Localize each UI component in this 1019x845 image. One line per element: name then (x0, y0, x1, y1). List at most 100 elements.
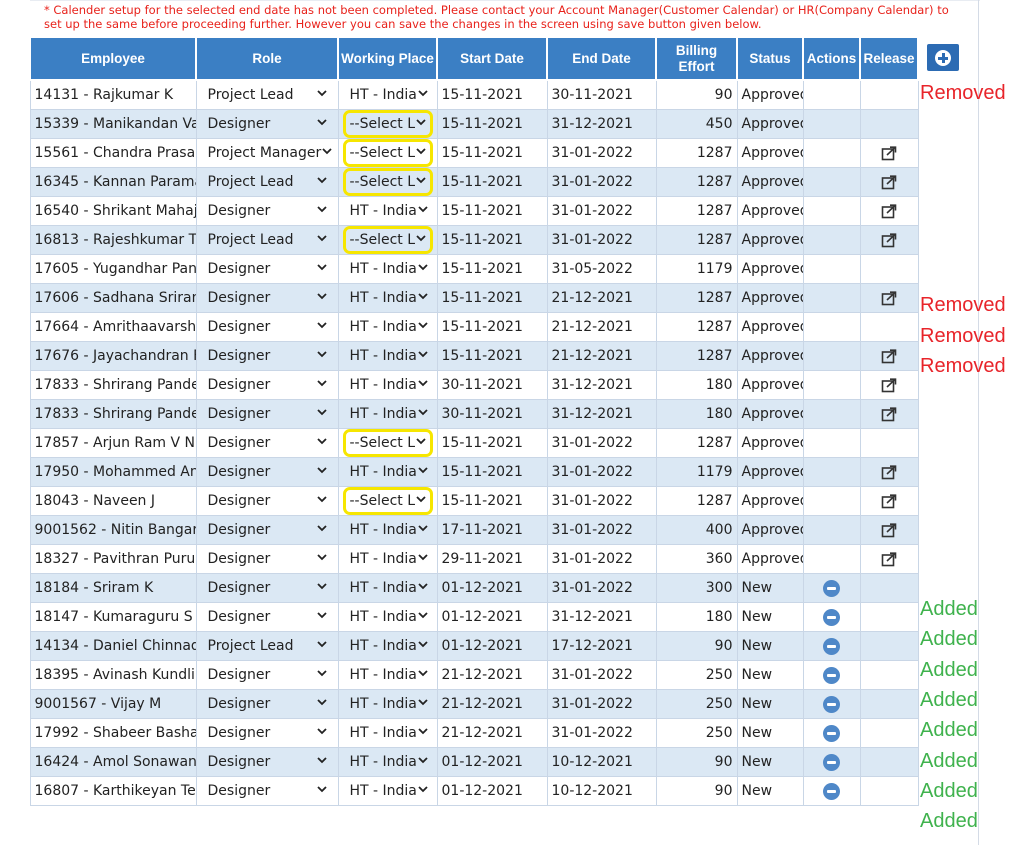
start-date-cell[interactable]: 15-11-2021 (436, 283, 548, 313)
billing-effort-cell[interactable]: 1287 (655, 196, 738, 226)
role-select[interactable]: Designer (195, 312, 339, 342)
end-date-cell[interactable]: 31-12-2021 (546, 370, 657, 400)
role-select[interactable]: Designer (195, 370, 339, 400)
billing-effort-cell[interactable]: 90 (655, 631, 738, 661)
start-date-cell[interactable]: 01-12-2021 (436, 776, 548, 806)
working-place-select[interactable]: HT - India (337, 370, 438, 400)
working-place-select[interactable]: HT - India (337, 457, 438, 487)
start-date-cell[interactable]: 15-11-2021 (436, 109, 548, 139)
remove-icon[interactable] (823, 666, 840, 684)
start-date-cell[interactable]: 15-11-2021 (436, 167, 548, 197)
remove-icon[interactable] (823, 579, 840, 597)
release-icon[interactable] (881, 493, 897, 509)
working-place-select[interactable]: --Select L (337, 428, 438, 458)
release-icon[interactable] (881, 522, 897, 538)
end-date-cell[interactable]: 30-11-2021 (546, 79, 657, 110)
role-select[interactable]: Designer (195, 689, 339, 719)
working-place-select[interactable]: HT - India (337, 631, 438, 661)
role-select[interactable]: Designer (195, 602, 339, 632)
end-date-cell[interactable]: 21-12-2021 (546, 312, 657, 342)
role-select[interactable]: Designer (195, 109, 339, 139)
role-select[interactable]: Designer (195, 573, 339, 603)
header-working-place[interactable]: Working Place (337, 36, 438, 81)
header-role[interactable]: Role (195, 36, 339, 81)
role-select[interactable]: Designer (195, 747, 339, 777)
role-select[interactable]: Designer (195, 544, 339, 574)
remove-icon[interactable] (823, 637, 840, 655)
add-row-button[interactable] (927, 44, 959, 71)
role-select[interactable]: Designer (195, 341, 339, 371)
billing-effort-cell[interactable]: 90 (655, 79, 738, 110)
start-date-cell[interactable]: 15-11-2021 (436, 341, 548, 371)
working-place-select[interactable]: --Select L (337, 138, 438, 168)
working-place-select[interactable]: HT - India (337, 283, 438, 313)
billing-effort-cell[interactable]: 360 (655, 544, 738, 574)
working-place-select[interactable]: HT - India (337, 515, 438, 545)
start-date-cell[interactable]: 29-11-2021 (436, 544, 548, 574)
start-date-cell[interactable]: 15-11-2021 (436, 225, 548, 255)
start-date-cell[interactable]: 01-12-2021 (436, 573, 548, 603)
role-select[interactable]: Project Manager (195, 138, 339, 168)
end-date-cell[interactable]: 31-01-2022 (546, 225, 657, 255)
role-select[interactable]: Designer (195, 399, 339, 429)
remove-icon[interactable] (823, 695, 840, 713)
working-place-select[interactable]: HT - India (337, 602, 438, 632)
role-select[interactable]: Project Lead (195, 225, 339, 255)
billing-effort-cell[interactable]: 90 (655, 776, 738, 806)
start-date-cell[interactable]: 15-11-2021 (436, 428, 548, 458)
start-date-cell[interactable]: 21-12-2021 (436, 718, 548, 748)
role-select[interactable]: Designer (195, 776, 339, 806)
role-select[interactable]: Designer (195, 718, 339, 748)
role-select[interactable]: Project Lead (195, 79, 339, 110)
release-icon[interactable] (881, 145, 897, 161)
billing-effort-cell[interactable]: 1287 (655, 486, 738, 516)
role-select[interactable]: Project Lead (195, 167, 339, 197)
billing-effort-cell[interactable]: 90 (655, 747, 738, 777)
remove-icon[interactable] (823, 753, 840, 771)
working-place-select[interactable]: HT - India (337, 660, 438, 690)
start-date-cell[interactable]: 30-11-2021 (436, 399, 548, 429)
start-date-cell[interactable]: 30-11-2021 (436, 370, 548, 400)
start-date-cell[interactable]: 15-11-2021 (436, 196, 548, 226)
start-date-cell[interactable]: 15-11-2021 (436, 457, 548, 487)
working-place-select[interactable]: HT - India (337, 747, 438, 777)
end-date-cell[interactable]: 31-01-2022 (546, 544, 657, 574)
start-date-cell[interactable]: 15-11-2021 (436, 138, 548, 168)
start-date-cell[interactable]: 21-12-2021 (436, 660, 548, 690)
working-place-select[interactable]: HT - India (337, 573, 438, 603)
end-date-cell[interactable]: 31-01-2022 (546, 167, 657, 197)
working-place-select[interactable]: HT - India (337, 79, 438, 110)
working-place-select[interactable]: HT - India (337, 399, 438, 429)
header-employee[interactable]: Employee (29, 36, 197, 81)
start-date-cell[interactable]: 01-12-2021 (436, 602, 548, 632)
end-date-cell[interactable]: 21-12-2021 (546, 283, 657, 313)
role-select[interactable]: Designer (195, 515, 339, 545)
working-place-select[interactable]: --Select L (337, 225, 438, 255)
billing-effort-cell[interactable]: 250 (655, 689, 738, 719)
end-date-cell[interactable]: 31-01-2022 (546, 457, 657, 487)
working-place-select[interactable]: HT - India (337, 776, 438, 806)
role-select[interactable]: Designer (195, 660, 339, 690)
release-icon[interactable] (881, 203, 897, 219)
working-place-select[interactable]: --Select L (337, 167, 438, 197)
billing-effort-cell[interactable]: 1287 (655, 428, 738, 458)
end-date-cell[interactable]: 21-12-2021 (546, 341, 657, 371)
billing-effort-cell[interactable]: 250 (655, 660, 738, 690)
end-date-cell[interactable]: 31-01-2022 (546, 486, 657, 516)
billing-effort-cell[interactable]: 400 (655, 515, 738, 545)
working-place-select[interactable]: HT - India (337, 689, 438, 719)
end-date-cell[interactable]: 31-12-2021 (546, 109, 657, 139)
role-select[interactable]: Designer (195, 196, 339, 226)
remove-icon[interactable] (823, 782, 840, 800)
billing-effort-cell[interactable]: 180 (655, 602, 738, 632)
end-date-cell[interactable]: 31-01-2022 (546, 718, 657, 748)
end-date-cell[interactable]: 31-01-2022 (546, 196, 657, 226)
working-place-select[interactable]: --Select L (337, 486, 438, 516)
header-status[interactable]: Status (736, 36, 804, 81)
end-date-cell[interactable]: 31-05-2022 (546, 254, 657, 284)
billing-effort-cell[interactable]: 450 (655, 109, 738, 139)
release-icon[interactable] (881, 551, 897, 567)
end-date-cell[interactable]: 17-12-2021 (546, 631, 657, 661)
role-select[interactable]: Designer (195, 254, 339, 284)
release-icon[interactable] (881, 348, 897, 364)
